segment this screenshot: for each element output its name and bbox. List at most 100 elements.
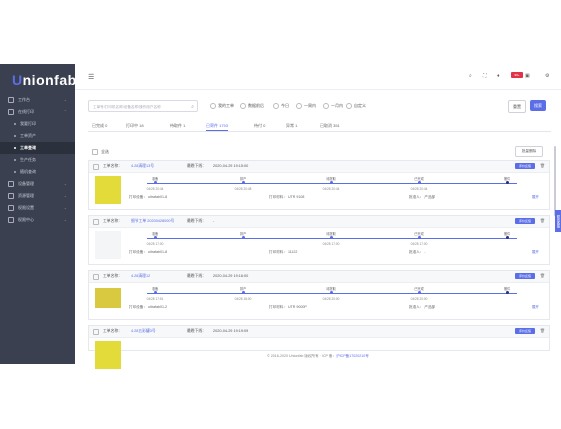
deadline-value: 2020-04-29 19:16:00 — [213, 274, 249, 278]
filter-radio[interactable]: 自定义 — [346, 103, 366, 109]
feedback-button[interactable]: 评价反馈 — [515, 273, 535, 279]
search-button[interactable]: 搜索 — [530, 100, 546, 111]
sidebar-item[interactable]: 工作台 ⌄ — [0, 94, 75, 106]
expand-link[interactable]: 展开 — [532, 195, 539, 200]
settings-icon[interactable]: ⚙ — [545, 73, 549, 79]
chevron-icon: ⌄ — [63, 217, 67, 222]
sidebar-item[interactable]: 我要打印 — [0, 118, 75, 130]
sidebar-item[interactable]: 资源管理 ⌄ — [0, 190, 75, 202]
filter-radio-label: 我的工单 — [218, 103, 234, 109]
progress-node — [418, 291, 421, 294]
status-tab[interactable]: 异常 1 — [286, 121, 297, 130]
bullet-icon — [14, 134, 16, 137]
filter-radio[interactable]: 今日 — [273, 103, 289, 109]
filter-radio[interactable]: 一周内 — [296, 103, 316, 109]
sidebar-item[interactable]: 随机查询 — [0, 166, 75, 178]
center-icon — [8, 216, 14, 223]
expand-link[interactable]: 展开 — [532, 305, 539, 310]
fullscreen-icon[interactable]: ⛶ — [483, 73, 487, 79]
order-name-link[interactable]: 4.28清理13号 — [131, 164, 154, 169]
filter-radio[interactable]: 一月内 — [323, 103, 343, 109]
notification-badge: 99+ — [511, 72, 523, 78]
order-name-link[interactable]: 4.28清理12 — [131, 274, 150, 279]
order-checkbox[interactable] — [93, 329, 99, 335]
status-tab[interactable]: 已完成 0 — [92, 121, 107, 130]
order-checkbox[interactable] — [93, 164, 99, 170]
stage-label: 准备 — [151, 232, 159, 236]
batch-delete-button[interactable]: 批量删除 — [515, 146, 543, 157]
sidebar-item[interactable]: 设备管理 ⌄ — [0, 178, 75, 190]
filter-radio-label: 一月内 — [331, 103, 343, 109]
feedback-button[interactable]: 评价反馈 — [515, 218, 535, 224]
order-card-header: 工单名称： 4.28五彩罐3号 最晚下线： 2020-04-29 19:19:09 评价… — [89, 326, 549, 338]
trash-icon[interactable]: 🗑 — [540, 273, 545, 278]
order-checkbox[interactable] — [93, 219, 99, 225]
model-thumbnail[interactable] — [95, 288, 121, 308]
progress-node — [242, 291, 245, 294]
sidebar-item-label: 生产任务 — [20, 157, 36, 162]
sidebar-item[interactable]: 生产任务 — [0, 154, 75, 166]
order-name-link[interactable]: 4.28五彩罐3号 — [131, 329, 156, 334]
logo[interactable]: Unionfab — [12, 72, 77, 88]
contact-tab[interactable]: 联系客服 — [555, 210, 561, 232]
deadline-value: 2020-04-29 19:15:00 — [213, 164, 249, 168]
stage-label: 待提取 — [326, 287, 336, 291]
trash-icon[interactable]: 🗑 — [540, 328, 545, 333]
search-input[interactable]: 工单号/打印机名称/设备名称/操作用户名称 ⌕ — [88, 100, 198, 112]
stage-date: 04/28 20:44 — [410, 187, 428, 191]
progress-node — [506, 236, 509, 239]
expand-link[interactable]: 展开 — [532, 250, 539, 255]
deadline-label: 最晚下线： — [187, 329, 206, 333]
bullet-icon — [14, 146, 16, 149]
sidebar-item[interactable]: 工单资产 — [0, 130, 75, 142]
status-tab[interactable]: 待付 0 — [254, 121, 265, 130]
order-meta: 批准人： 产品部 — [409, 305, 436, 309]
progress-node — [330, 291, 333, 294]
filter-radio[interactable]: 我的工单 — [210, 103, 234, 109]
filter-radio-label: 今日 — [281, 103, 289, 109]
progress-node — [242, 236, 245, 239]
order-name-link[interactable]: 细节工单 20200428000号 — [131, 219, 174, 224]
model-thumbnail[interactable] — [95, 176, 121, 204]
order-name-label: 工单名称： — [103, 329, 122, 333]
stage-label: 撤件 — [503, 287, 511, 291]
stage-label: 撤件 — [503, 232, 511, 236]
user-icon[interactable]: ▣ — [525, 73, 530, 79]
trash-icon[interactable]: 🗑 — [540, 163, 545, 168]
bullet-icon — [14, 122, 16, 125]
select-all-checkbox[interactable]: 全选 — [92, 149, 109, 155]
chevron-icon: ⌄ — [63, 181, 67, 186]
feedback-button[interactable]: 评价反馈 — [515, 328, 535, 334]
notification-icon[interactable]: ♦ — [497, 73, 500, 79]
order-checkbox[interactable] — [93, 274, 99, 280]
search-icon[interactable]: ⌕ — [191, 101, 194, 113]
trash-icon[interactable]: 🗑 — [540, 218, 545, 223]
scrollbar[interactable] — [554, 146, 556, 216]
sidebar-item-label: 随机查询 — [20, 169, 36, 174]
stage-date: 04/28 20:44 — [322, 187, 340, 191]
order-meta: 打印材料： UTR 9108 — [269, 195, 305, 199]
status-tab[interactable]: 待取件 1 — [170, 121, 185, 130]
status-tab[interactable]: 已取消 351 — [320, 121, 340, 130]
reset-button[interactable]: 重置 — [508, 100, 526, 113]
model-thumbnail[interactable] — [95, 231, 121, 259]
status-tab[interactable]: 打印中 18 — [126, 121, 144, 130]
menu-toggle-icon[interactable]: ☰ — [88, 73, 94, 81]
order-meta: 打印设备： ultrafab01-8 — [129, 250, 168, 254]
footer: © 2016-2020 Unionfab 版权所有 · ICP 备：沪ICP备1… — [267, 354, 369, 358]
chevron-icon: ⌄ — [63, 97, 67, 102]
stage-date: 04/28 17:00 — [410, 242, 428, 246]
progress-node — [154, 181, 157, 184]
filter-radio[interactable]: 数据前后 — [240, 103, 264, 109]
stage-date: 04/28 18:00 — [234, 297, 252, 301]
progress-node — [154, 291, 157, 294]
order-card: 工单名称： 4.28五彩罐3号 最晚下线： 2020-04-29 19:19:09 评价… — [88, 325, 550, 369]
sidebar-item[interactable]: 权限中心 ⌄ — [0, 214, 75, 226]
feedback-button[interactable]: 评价反馈 — [515, 163, 535, 169]
status-tab[interactable]: 已寄件 1793 — [206, 121, 229, 131]
sidebar-item[interactable]: 工单查询 — [0, 142, 75, 154]
sidebar-item[interactable]: 在线打印 ⌃ — [0, 106, 75, 118]
stage-date: 04/28 20:48 — [234, 187, 252, 191]
sidebar-item[interactable]: 权限设置 ⌄ — [0, 202, 75, 214]
search-icon[interactable]: ⌕ — [469, 73, 472, 79]
